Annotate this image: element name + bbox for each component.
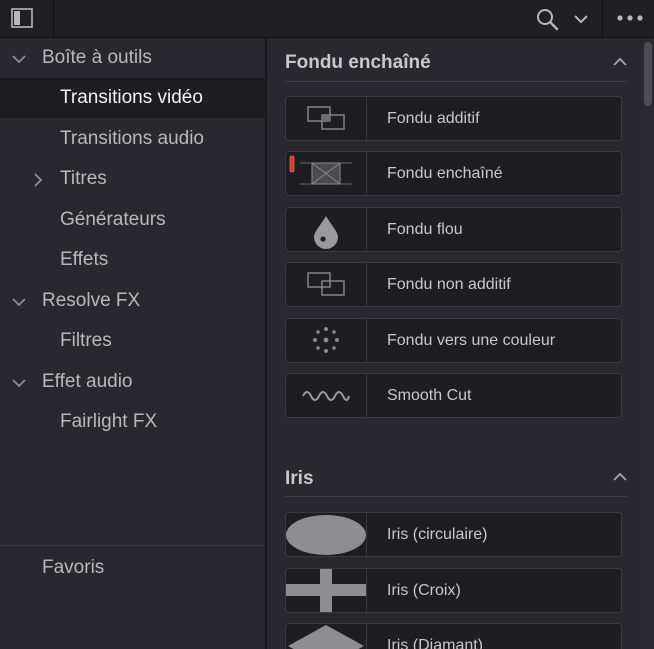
iris-cross-icon <box>286 569 367 612</box>
sidebar: Boîte à outils Transitions vidéo Transit… <box>0 38 265 649</box>
sidebar-item-label: Effets <box>60 249 109 270</box>
effect-item[interactable]: Iris (Diamant) <box>285 623 622 649</box>
section-divider <box>285 496 627 497</box>
chevron-down-icon[interactable] <box>11 294 27 310</box>
effect-label: Fondu enchaîné <box>387 165 503 182</box>
effect-item[interactable]: Iris (Croix) <box>285 568 622 613</box>
sidebar-item-label: Favoris <box>42 557 105 578</box>
iris-circle-icon <box>286 513 367 556</box>
section-title: Fondu enchaîné <box>285 52 431 73</box>
sidebar-item-label: Boîte à outils <box>42 47 152 68</box>
sidebar-item-label: Resolve FX <box>42 290 141 311</box>
sidebar-item-fairlight-fx[interactable]: Fairlight FX <box>0 402 265 442</box>
sidebar-item-audio-transitions[interactable]: Transitions audio <box>0 119 265 159</box>
toolbar <box>0 0 654 38</box>
sidebar-item-titles[interactable]: Titres <box>0 159 265 199</box>
sidebar-item-audio-effects[interactable]: Effet audio <box>0 362 265 402</box>
sidebar-item-label: Effet audio <box>42 371 133 392</box>
toolbar-divider <box>602 0 603 37</box>
blur-drop-icon <box>286 208 367 251</box>
sidebar-item-resolve-fx[interactable]: Resolve FX <box>0 281 265 321</box>
sidebar-item-label: Transitions audio <box>60 128 204 149</box>
sidebar-item-label: Générateurs <box>60 209 166 230</box>
favorites-divider <box>0 545 265 546</box>
sidebar-item-toolbox[interactable]: Boîte à outils <box>0 38 265 78</box>
sidebar-item-generators[interactable]: Générateurs <box>0 200 265 240</box>
effects-list: Fondu enchaîné Fondu additif Fondu encha… <box>267 38 654 649</box>
effect-item[interactable]: Smooth Cut <box>285 373 622 418</box>
sidebar-item-label: Fairlight FX <box>60 411 158 432</box>
sidebar-item-favorites[interactable]: Favoris <box>0 548 265 588</box>
scrollbar[interactable] <box>642 38 654 649</box>
effect-label: Fondu non additif <box>387 276 511 293</box>
chevron-down-icon[interactable] <box>11 375 27 391</box>
scrollbar-thumb[interactable] <box>644 42 652 106</box>
effect-label: Fondu flou <box>387 221 463 238</box>
more-options-icon[interactable] <box>615 6 647 32</box>
dotted-circle-icon <box>286 319 367 362</box>
search-icon[interactable] <box>534 6 562 32</box>
toolbar-divider <box>53 0 54 37</box>
sidebar-item-label: Transitions vidéo <box>60 87 203 108</box>
effect-item[interactable]: Fondu vers une couleur <box>285 318 622 363</box>
overlap-squares-icon <box>286 97 367 140</box>
effect-label: Fondu vers une couleur <box>387 332 556 349</box>
iris-diamond-icon <box>286 624 367 649</box>
wave-icon <box>286 374 367 417</box>
cross-dissolve-icon <box>286 152 367 195</box>
effect-label: Fondu additif <box>387 110 480 127</box>
sidebar-item-filters[interactable]: Filtres <box>0 321 265 361</box>
sidebar-item-video-transitions[interactable]: Transitions vidéo <box>0 78 265 118</box>
effect-label: Iris (Croix) <box>387 582 461 599</box>
effect-item[interactable]: Fondu flou <box>285 207 622 252</box>
sidebar-item-label: Filtres <box>60 330 112 351</box>
sidebar-item-label: Titres <box>60 168 107 189</box>
effect-item[interactable]: Fondu non additif <box>285 262 622 307</box>
section-divider <box>285 81 627 82</box>
chevron-down-icon[interactable] <box>11 51 27 67</box>
effect-label: Iris (Diamant) <box>387 637 484 649</box>
chevron-right-icon[interactable] <box>30 172 46 188</box>
chevron-up-icon[interactable] <box>611 470 629 484</box>
effect-item[interactable]: Fondu enchaîné <box>285 151 622 196</box>
section-title: Iris <box>285 468 314 489</box>
overlap-squares-icon <box>286 263 367 306</box>
effect-item[interactable]: Iris (circulaire) <box>285 512 622 557</box>
panel-toggle-icon[interactable] <box>11 8 33 28</box>
effect-label: Smooth Cut <box>387 387 472 404</box>
chevron-up-icon[interactable] <box>611 55 629 69</box>
effect-label: Iris (circulaire) <box>387 526 488 543</box>
chevron-down-icon[interactable] <box>570 6 592 32</box>
effect-item[interactable]: Fondu additif <box>285 96 622 141</box>
sidebar-item-effects[interactable]: Effets <box>0 240 265 280</box>
